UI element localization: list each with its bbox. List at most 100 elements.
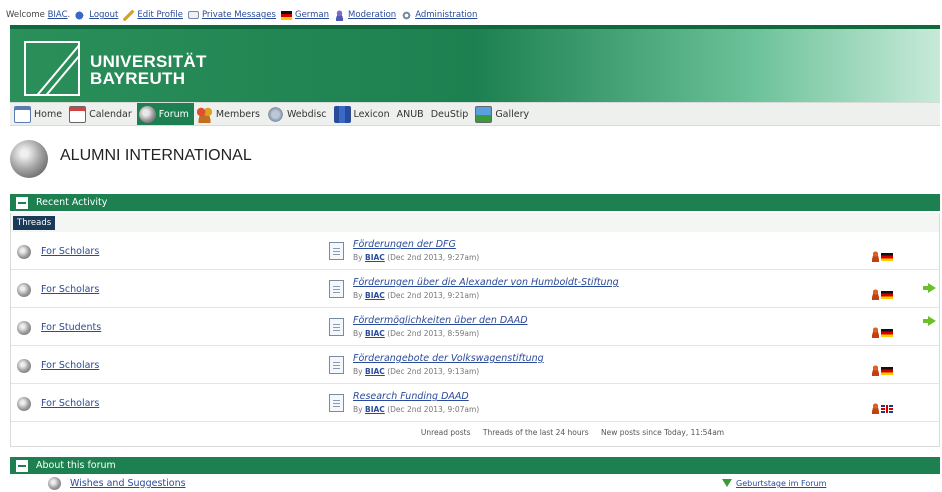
by-label: By (353, 291, 363, 300)
logo-line-2: BAYREUTH (90, 69, 186, 88)
thread-document-icon (329, 394, 344, 412)
language-label[interactable]: German (295, 10, 329, 20)
thread-document-icon (329, 356, 344, 374)
forum-link[interactable]: For Scholars (41, 360, 99, 371)
thread-meta: By BIAC (Dec 2nd 2013, 8:59am) (353, 329, 479, 338)
logo-text[interactable]: UNIVERSITÄT BAYREUTH (90, 53, 207, 87)
forum-icon (48, 477, 61, 490)
administration-label[interactable]: Administration (415, 10, 477, 20)
collapse-toggle-icon[interactable] (16, 459, 28, 472)
about-forum-row: Wishes and Suggestions Geburtstage im Fo… (10, 476, 940, 492)
thread-document-icon (329, 318, 344, 336)
author-link[interactable]: BIAC (365, 291, 385, 300)
tab-threads[interactable]: Threads (13, 216, 56, 230)
nav-forum-label: Forum (158, 108, 189, 120)
username-link[interactable]: BIAC (48, 10, 68, 20)
nav-deustip[interactable]: DeuStip (429, 103, 474, 125)
thread-meta: By BIAC (Dec 2nd 2013, 9:21am) (353, 291, 479, 300)
table-row: For Scholars Förderungen über die Alexan… (11, 270, 939, 308)
thread-document-icon (329, 280, 344, 298)
university-logo[interactable] (24, 41, 80, 96)
about-forum-header[interactable]: About this forum (10, 457, 940, 474)
nav-calendar[interactable]: Calendar (67, 103, 137, 125)
thread-title-link[interactable]: Förderungen der DFG (353, 239, 456, 250)
nav-members[interactable]: Members (194, 103, 265, 125)
gear-icon (401, 9, 413, 21)
thread-title-link[interactable]: Förderangebote der Volkswagenstiftung (353, 353, 544, 364)
moderator-icon (334, 9, 346, 21)
thread-title-link[interactable]: Research Funding DAAD (353, 391, 469, 402)
user-bar: Welcome BIAC. Logout Edit Profile Privat… (6, 8, 477, 22)
new-posts-since-link[interactable]: New posts since Today, 11:54am (601, 428, 724, 437)
table-row: For Students Fördermöglichkeiten über de… (11, 308, 939, 346)
post-date: (Dec 2nd 2013, 8:59am) (387, 329, 480, 338)
private-messages-link[interactable]: Private Messages (187, 10, 276, 20)
edit-profile-link[interactable]: Edit Profile (123, 9, 183, 21)
german-flag-icon (881, 253, 893, 261)
members-icon (195, 105, 213, 123)
author-link[interactable]: BIAC (365, 253, 385, 262)
thread-document-icon (329, 242, 344, 260)
birthdays-link[interactable]: Geburtstage im Forum (736, 479, 826, 488)
nav-gallery-label: Gallery (495, 108, 530, 120)
author-link[interactable]: BIAC (365, 329, 385, 338)
author-link[interactable]: BIAC (365, 367, 385, 376)
forum-icon (17, 321, 31, 335)
forum-link[interactable]: For Scholars (41, 284, 99, 295)
welcome-prefix: Welcome (6, 10, 45, 20)
forum-icon (17, 283, 31, 297)
edit-profile-label[interactable]: Edit Profile (137, 10, 183, 20)
private-messages-label[interactable]: Private Messages (202, 10, 276, 20)
welcome-text: Welcome BIAC. (6, 10, 71, 20)
nav-webdisc[interactable]: Webdisc (265, 103, 332, 125)
administration-link[interactable]: Administration (401, 9, 477, 21)
unread-posts-link[interactable]: Unread posts (421, 428, 471, 437)
pencil-icon (123, 9, 135, 21)
down-arrow-icon (722, 479, 732, 487)
moderation-link[interactable]: Moderation (334, 9, 396, 21)
recent-activity-title: Recent Activity (36, 197, 108, 208)
nav-lexicon-label: Lexicon (353, 108, 390, 120)
forum-link[interactable]: For Scholars (41, 398, 99, 409)
nav-anub-label: ANUB (396, 108, 424, 120)
by-label: By (353, 329, 363, 338)
forum-link[interactable]: For Scholars (41, 246, 99, 257)
nav-lexicon[interactable]: Lexicon (332, 103, 395, 125)
threads-last-24h-link[interactable]: Threads of the last 24 hours (483, 428, 589, 437)
nav-home-label: Home (34, 108, 63, 120)
user-icon (871, 403, 880, 414)
logout-link[interactable]: Logout (75, 9, 118, 21)
collapse-toggle-icon[interactable] (16, 196, 28, 209)
language-link[interactable]: German (280, 10, 329, 20)
by-label: By (353, 405, 363, 414)
forum-link[interactable]: For Students (41, 322, 101, 333)
home-icon (14, 105, 31, 123)
author-link[interactable]: BIAC (365, 405, 385, 414)
recent-threads-table: For Scholars Förderungen der DFG By BIAC… (10, 232, 940, 447)
about-forum-title: About this forum (36, 460, 116, 471)
forum-icon (17, 397, 31, 411)
by-label: By (353, 367, 363, 376)
logo-slash (32, 43, 78, 94)
thread-title-link[interactable]: Förderungen über die Alexander von Humbo… (353, 277, 619, 288)
user-icon (871, 251, 880, 262)
nav-home[interactable]: Home (12, 103, 67, 125)
nav-anub[interactable]: ANUB (395, 103, 429, 125)
page-title: ALUMNI INTERNATIONAL (60, 147, 252, 164)
go-to-last-post-arrow-icon[interactable] (923, 283, 936, 293)
german-flag-icon (881, 367, 893, 375)
wishes-suggestions-link[interactable]: Wishes and Suggestions (70, 478, 186, 489)
german-flag-icon (881, 329, 893, 337)
go-to-last-post-arrow-icon[interactable] (923, 316, 936, 326)
logout-label[interactable]: Logout (89, 10, 118, 20)
user-icon (871, 365, 880, 376)
nav-forum[interactable]: Forum (136, 103, 194, 125)
recent-activity-header[interactable]: Recent Activity (10, 194, 940, 211)
moderation-label[interactable]: Moderation (348, 10, 396, 20)
nav-deustip-label: DeuStip (430, 108, 469, 120)
nav-webdisc-label: Webdisc (286, 108, 327, 120)
thread-title-link[interactable]: Fördermöglichkeiten über den DAAD (353, 315, 528, 326)
post-date: (Dec 2nd 2013, 9:07am) (387, 405, 480, 414)
forum-icon (17, 245, 31, 259)
nav-gallery[interactable]: Gallery (473, 103, 534, 125)
